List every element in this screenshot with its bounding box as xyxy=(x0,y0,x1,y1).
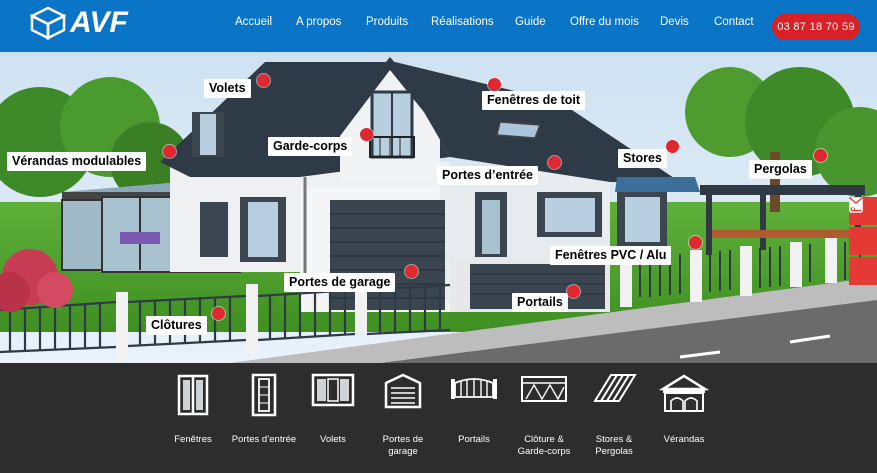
hotspot-volets-dot[interactable] xyxy=(257,74,270,87)
page: AVF Accueil A propos Produits Réalisatio… xyxy=(0,0,877,473)
category-portails[interactable]: Portails xyxy=(439,373,509,446)
hotspot-portes-entree[interactable]: Portes d’entrée xyxy=(437,166,539,185)
hotspot-verandas-modulables[interactable]: Vérandas modulables xyxy=(7,152,147,171)
nav-contact[interactable]: Contact xyxy=(714,16,754,28)
nav-guide[interactable]: Guide xyxy=(515,16,546,28)
hotspot-clotures[interactable]: Clôtures xyxy=(146,316,207,335)
category-label: Portes de garage xyxy=(382,434,424,457)
nav-devis[interactable]: Devis xyxy=(660,16,689,28)
hotspot-stores[interactable]: Stores xyxy=(618,149,667,168)
hotspot-volets[interactable]: Volets xyxy=(204,79,251,98)
nav-offre-du-mois[interactable]: Offre du mois xyxy=(570,16,639,28)
category-portes-entree[interactable]: Portes d’entrée xyxy=(229,373,299,446)
envelope-icon[interactable] xyxy=(849,197,877,285)
hotspot-portails-dot[interactable] xyxy=(567,285,580,298)
nav-produits[interactable]: Produits xyxy=(366,16,408,28)
category-volets[interactable]: Volets xyxy=(298,373,368,446)
hotspot-portes-entree-dot[interactable] xyxy=(548,156,561,169)
hotspot-fenetres-de-toit[interactable]: Fenêtres de toit xyxy=(482,91,586,110)
awning-icon xyxy=(593,374,637,402)
window-icon xyxy=(177,374,209,416)
side-contact-buttons xyxy=(849,197,877,285)
category-label: Volets xyxy=(320,434,346,445)
hotspot-pergolas[interactable]: Pergolas xyxy=(749,160,812,179)
category-label: Fenêtres xyxy=(174,434,212,445)
category-label: Portes d’entrée xyxy=(231,434,297,445)
hero-house-illustration: Volets Fenêtres de toit Garde-corps Véra… xyxy=(0,52,877,363)
category-bar: Fenêtres Portes d’entrée Volets Portes d… xyxy=(0,363,877,473)
hotspot-clotures-dot[interactable] xyxy=(212,307,225,320)
main-nav: Accueil A propos Produits Réalisations G… xyxy=(0,16,877,36)
hotspot-fenetres-de-toit-dot[interactable] xyxy=(488,78,501,91)
category-label: Portails xyxy=(458,434,490,445)
house-scene xyxy=(0,52,877,363)
garage-door-icon xyxy=(384,373,422,409)
hotspot-fenetres-pvc-alu[interactable]: Fenêtres PVC / Alu xyxy=(550,246,672,265)
veranda-icon xyxy=(659,374,709,412)
fence-icon xyxy=(521,376,567,402)
phone-button[interactable]: 03 87 18 70 59 xyxy=(772,14,860,40)
hotspot-fenetres-pvc-alu-dot[interactable] xyxy=(689,236,702,249)
gate-icon xyxy=(451,378,497,399)
category-label: Stores & Pergolas xyxy=(595,434,633,457)
category-fenetres[interactable]: Fenêtres xyxy=(158,373,228,446)
category-portes-de-garage[interactable]: Portes de garage xyxy=(368,373,438,458)
hotspot-portails[interactable]: Portails xyxy=(512,293,568,312)
category-stores-pergolas[interactable]: Stores & Pergolas xyxy=(579,373,649,458)
category-cloture-garde-corps[interactable]: Clôture & Garde-corps xyxy=(509,373,579,458)
hotspot-portes-de-garage[interactable]: Portes de garage xyxy=(284,273,396,292)
nav-a-propos[interactable]: A propos xyxy=(296,16,341,28)
hotspot-portes-de-garage-dot[interactable] xyxy=(405,265,418,278)
door-icon xyxy=(251,373,277,417)
hotspot-garde-corps-dot[interactable] xyxy=(360,128,373,141)
nav-realisations[interactable]: Réalisations xyxy=(431,16,494,28)
hotspot-garde-corps[interactable]: Garde-corps xyxy=(268,137,353,156)
phone-icon[interactable] xyxy=(849,198,877,255)
hotspot-pergolas-dot[interactable] xyxy=(814,149,827,162)
category-label: Clôture & Garde-corps xyxy=(517,434,571,457)
hotspot-stores-dot[interactable] xyxy=(666,140,679,153)
category-label: Vérandas xyxy=(663,434,705,445)
shutters-icon xyxy=(311,373,355,407)
site-header: AVF Accueil A propos Produits Réalisatio… xyxy=(0,0,877,52)
category-verandas[interactable]: Vérandas xyxy=(649,373,719,446)
hotspot-verandas-modulables-dot[interactable] xyxy=(163,145,176,158)
nav-accueil[interactable]: Accueil xyxy=(235,16,272,28)
